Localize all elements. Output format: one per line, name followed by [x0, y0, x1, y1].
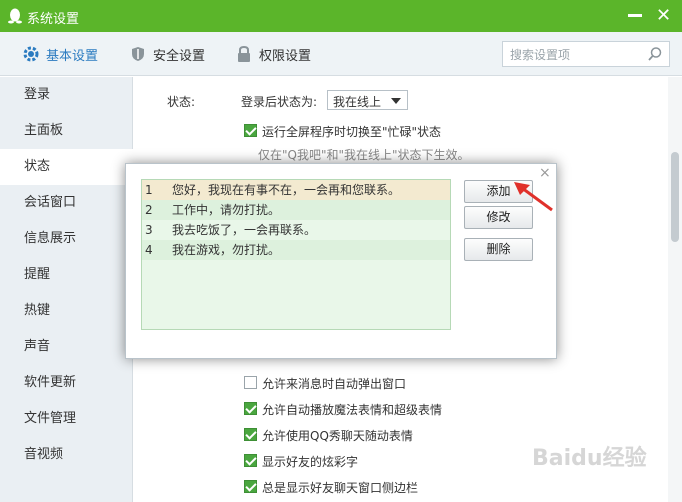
annotation-arrow-icon [514, 182, 553, 212]
sidebar-item-main-panel[interactable]: 主面板 [0, 113, 133, 149]
sidebar-item-hotkeys[interactable]: 热键 [0, 293, 133, 329]
search-placeholder: 搜索设置项 [510, 48, 571, 62]
list-item-text: 我去吃饭了，一会再联系。 [172, 223, 317, 237]
qqshow-emoji-label: 允许使用QQ秀聊天随动表情 [262, 429, 413, 443]
settings-toolbar: 基本设置 安全设置 权限设置 搜索设置项 [0, 32, 682, 76]
sidebar-item-chat-window[interactable]: 会话窗口 [0, 185, 133, 221]
auto-reply-list: 1 您好，我现在有事不在，一会再和您联系。 2 工作中，请勿打扰。 3 我去吃饭… [141, 179, 451, 330]
sidebar-item-software-update[interactable]: 软件更新 [0, 365, 133, 401]
settings-sidebar: 登录 主面板 状态 会话窗口 信息展示 提醒 热键 声音 软件更新 文件管理 音… [0, 77, 134, 502]
gear-icon [23, 46, 39, 62]
content-scrollbar[interactable] [668, 77, 682, 502]
chat-sidebar-checkbox[interactable] [244, 480, 257, 493]
list-item-number: 3 [145, 223, 153, 237]
auto-popup-checkbox[interactable] [244, 376, 257, 389]
sidebar-item-sound[interactable]: 声音 [0, 329, 133, 365]
sidebar-item-info-display[interactable]: 信息展示 [0, 221, 133, 257]
fullscreen-note: 仅在"Q我吧"和"我在线上"状态下生效。 [258, 148, 470, 162]
sidebar-item-login[interactable]: 登录 [0, 77, 133, 113]
dialog-close-button[interactable]: × [539, 165, 551, 181]
search-icon[interactable] [647, 46, 663, 62]
sidebar-item-file-management[interactable]: 文件管理 [0, 401, 133, 437]
magic-emoji-checkbox[interactable] [244, 402, 257, 415]
list-item[interactable]: 2 工作中，请勿打扰。 [142, 200, 450, 220]
list-item-text: 我在游戏，勿打扰。 [172, 243, 281, 257]
tab-permission-settings[interactable]: 权限设置 [235, 44, 311, 64]
list-item-number: 2 [145, 203, 153, 217]
list-item-text: 工作中，请勿打扰。 [172, 203, 281, 217]
status-section-label: 状态: [167, 95, 196, 109]
list-item[interactable]: 4 我在游戏，勿打扰。 [142, 240, 450, 260]
sidebar-item-reminders[interactable]: 提醒 [0, 257, 133, 293]
fullscreen-busy-checkbox[interactable] [244, 124, 257, 137]
tab-label: 安全设置 [153, 48, 206, 64]
scrollbar-thumb[interactable] [671, 152, 679, 242]
list-item-text: 您好，我现在有事不在，一会再和您联系。 [172, 183, 401, 197]
list-item-number: 1 [145, 183, 153, 197]
title-bar: 系统设置 ✕ [0, 0, 682, 32]
after-login-status-select[interactable]: 我在线上 [327, 90, 408, 110]
minimize-button[interactable] [628, 14, 642, 17]
after-login-label: 登录后状态为: [241, 95, 318, 109]
chevron-down-icon [391, 98, 401, 104]
watermark: Baidu经验 [532, 446, 647, 471]
fullscreen-busy-label: 运行全屏程序时切换至"忙碌"状态 [262, 125, 442, 139]
chat-sidebar-label: 总是显示好友聊天窗口侧边栏 [262, 481, 419, 495]
tab-security-settings[interactable]: 安全设置 [129, 44, 205, 64]
list-item[interactable]: 3 我去吃饭了，一会再联系。 [142, 220, 450, 240]
window-title: 系统设置 [27, 12, 80, 27]
qq-penguin-icon [8, 8, 22, 24]
close-window-button[interactable]: ✕ [656, 6, 671, 26]
lock-icon [238, 45, 250, 62]
auto-popup-label: 允许来消息时自动弹出窗口 [262, 377, 407, 391]
sidebar-item-status[interactable]: 状态 [0, 149, 134, 185]
list-item[interactable]: 1 您好，我现在有事不在，一会再和您联系。 [142, 180, 450, 200]
magic-emoji-label: 允许自动播放魔法表情和超级表情 [262, 403, 443, 417]
colorful-text-label: 显示好友的炫彩字 [262, 455, 359, 469]
auto-reply-dialog: × 1 您好，我现在有事不在，一会再和您联系。 2 工作中，请勿打扰。 3 我去… [125, 163, 557, 359]
delete-button[interactable]: 删除 [464, 238, 533, 261]
search-input[interactable]: 搜索设置项 [502, 41, 670, 67]
sidebar-item-audio-video[interactable]: 音视频 [0, 437, 133, 473]
colorful-text-checkbox[interactable] [244, 454, 257, 467]
tab-label: 权限设置 [259, 48, 312, 64]
tab-basic-settings[interactable]: 基本设置 [22, 44, 98, 64]
list-item-number: 4 [145, 243, 153, 257]
shield-icon [132, 47, 144, 61]
after-login-status-value: 我在线上 [333, 95, 382, 109]
qqshow-emoji-checkbox[interactable] [244, 428, 257, 441]
tab-label: 基本设置 [46, 48, 99, 64]
